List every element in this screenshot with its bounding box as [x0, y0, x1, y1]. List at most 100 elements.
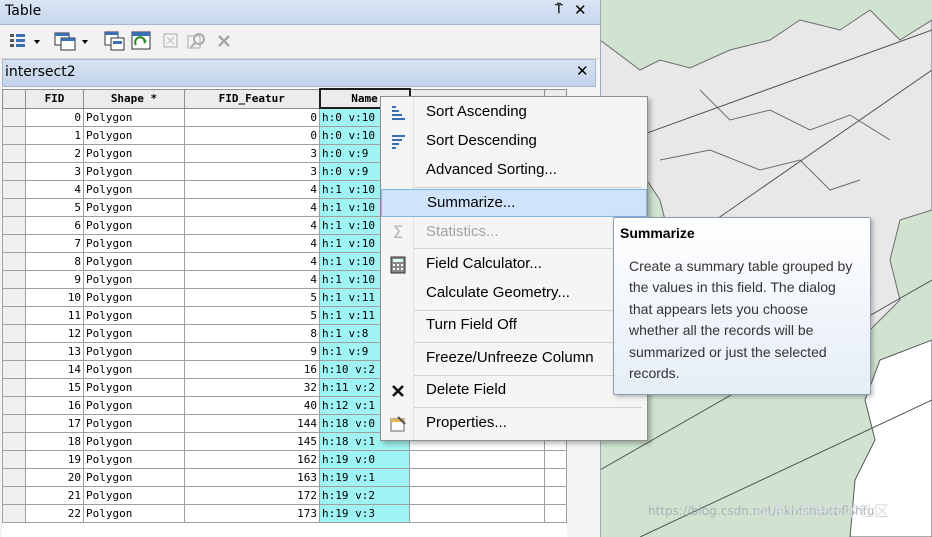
cell-shape[interactable]: Polygon	[83, 162, 185, 181]
cell-empty[interactable]	[409, 486, 545, 505]
cell-empty[interactable]	[409, 468, 545, 487]
zoom-to-selected-icon[interactable]	[186, 30, 208, 52]
close-window-icon[interactable]: ✕	[574, 1, 587, 19]
row-selector[interactable]	[2, 414, 26, 433]
row-selector-header[interactable]	[2, 88, 26, 109]
cell-fid-featur[interactable]: 16	[184, 360, 320, 379]
cell-shape[interactable]: Polygon	[83, 216, 185, 235]
cell-fid-featur[interactable]: 0	[184, 126, 320, 145]
menu-item-calculate-geometry[interactable]: Calculate Geometry...	[381, 280, 647, 308]
row-selector[interactable]	[2, 432, 26, 451]
cell-fid-featur[interactable]: 173	[184, 504, 320, 523]
cell-fid-featur[interactable]: 4	[184, 198, 320, 217]
cell-fid[interactable]: 17	[25, 414, 84, 433]
cell-shape[interactable]: Polygon	[83, 270, 185, 289]
menu-item-advanced-sorting[interactable]: Advanced Sorting...	[381, 157, 647, 185]
cell-shape[interactable]: Polygon	[83, 504, 185, 523]
menu-item-turn-field-off[interactable]: Turn Field Off	[381, 312, 647, 340]
cell-shape[interactable]: Polygon	[83, 360, 185, 379]
cell-fid[interactable]: 14	[25, 360, 84, 379]
cell-fid[interactable]: 12	[25, 324, 84, 343]
cell-name[interactable]: h:19 v:1	[319, 468, 410, 487]
row-selector[interactable]	[2, 306, 26, 325]
cell-extra[interactable]	[544, 504, 567, 523]
cell-fid[interactable]: 22	[25, 504, 84, 523]
cell-fid[interactable]: 9	[25, 270, 84, 289]
cell-fid[interactable]: 19	[25, 450, 84, 469]
pin-icon[interactable]: ⍑	[555, 2, 563, 17]
menu-item-sort-descending[interactable]: Sort Descending	[381, 128, 647, 156]
row-selector[interactable]	[2, 234, 26, 253]
cell-fid[interactable]: 0	[25, 107, 84, 127]
cell-fid-featur[interactable]: 162	[184, 450, 320, 469]
cell-empty[interactable]	[409, 504, 545, 523]
table-row[interactable]: 20 Polygon 163 h:19 v:1	[2, 468, 567, 487]
row-selector[interactable]	[2, 252, 26, 271]
cell-fid-featur[interactable]: 40	[184, 396, 320, 415]
cell-fid-featur[interactable]: 172	[184, 486, 320, 505]
table-row[interactable]: 21 Polygon 172 h:19 v:2	[2, 486, 567, 505]
row-selector[interactable]	[2, 216, 26, 235]
cell-fid-featur[interactable]: 3	[184, 162, 320, 181]
clear-selection-icon[interactable]	[162, 30, 180, 52]
row-selector[interactable]	[2, 107, 26, 127]
cell-shape[interactable]: Polygon	[83, 414, 185, 433]
cell-fid-featur[interactable]: 4	[184, 234, 320, 253]
cell-shape[interactable]: Polygon	[83, 396, 185, 415]
cell-fid-featur[interactable]: 4	[184, 252, 320, 271]
cell-fid-featur[interactable]: 9	[184, 342, 320, 361]
switch-selection-icon[interactable]	[131, 30, 153, 52]
related-tables-icon[interactable]	[52, 30, 92, 52]
cell-shape[interactable]: Polygon	[83, 432, 185, 451]
cell-fid[interactable]: 10	[25, 288, 84, 307]
row-selector[interactable]	[2, 288, 26, 307]
cell-fid-featur[interactable]: 4	[184, 180, 320, 199]
column-header-fid[interactable]: FID	[25, 88, 84, 109]
cell-fid[interactable]: 2	[25, 144, 84, 163]
cell-shape[interactable]: Polygon	[83, 288, 185, 307]
row-selector[interactable]	[2, 162, 26, 181]
cell-name[interactable]: h:19 v:2	[319, 486, 410, 505]
menu-item-field-calculator[interactable]: Field Calculator...	[381, 251, 647, 279]
cell-shape[interactable]: Polygon	[83, 486, 185, 505]
column-header-shape[interactable]: Shape *	[83, 88, 185, 109]
cell-fid[interactable]: 15	[25, 378, 84, 397]
cell-shape[interactable]: Polygon	[83, 126, 185, 145]
column-header-fid-featur[interactable]: FID_Featur	[184, 88, 320, 109]
cell-shape[interactable]: Polygon	[83, 252, 185, 271]
cell-name[interactable]: h:19 v:3	[319, 504, 410, 523]
menu-item-freeze-unfreeze-column[interactable]: Freeze/Unfreeze Column	[381, 345, 647, 373]
cell-fid[interactable]: 21	[25, 486, 84, 505]
cell-shape[interactable]: Polygon	[83, 234, 185, 253]
row-selector[interactable]	[2, 486, 26, 505]
cell-fid-featur[interactable]: 32	[184, 378, 320, 397]
cell-fid[interactable]: 4	[25, 180, 84, 199]
cell-fid[interactable]: 16	[25, 396, 84, 415]
row-selector[interactable]	[2, 324, 26, 343]
cell-fid-featur[interactable]: 8	[184, 324, 320, 343]
cell-shape[interactable]: Polygon	[83, 378, 185, 397]
close-tab-icon[interactable]: ✕	[576, 62, 589, 80]
cell-fid-featur[interactable]: 163	[184, 468, 320, 487]
menu-item-summarize[interactable]: Summarize...	[381, 189, 647, 217]
menu-item-statistics[interactable]: Σ Statistics...	[381, 219, 647, 247]
cell-shape[interactable]: Polygon	[83, 144, 185, 163]
cell-extra[interactable]	[544, 468, 567, 487]
cell-fid-featur[interactable]: 5	[184, 306, 320, 325]
cell-fid-featur[interactable]: 145	[184, 432, 320, 451]
row-selector[interactable]	[2, 378, 26, 397]
cell-shape[interactable]: Polygon	[83, 180, 185, 199]
row-selector[interactable]	[2, 144, 26, 163]
tab-intersect2[interactable]: intersect2	[5, 64, 76, 80]
cell-fid[interactable]: 18	[25, 432, 84, 451]
row-selector[interactable]	[2, 342, 26, 361]
cell-shape[interactable]: Polygon	[83, 450, 185, 469]
cell-shape[interactable]: Polygon	[83, 342, 185, 361]
cell-fid[interactable]: 20	[25, 468, 84, 487]
row-selector[interactable]	[2, 198, 26, 217]
row-selector[interactable]	[2, 270, 26, 289]
cell-fid[interactable]: 3	[25, 162, 84, 181]
cell-fid-featur[interactable]: 4	[184, 216, 320, 235]
cell-fid[interactable]: 8	[25, 252, 84, 271]
row-selector[interactable]	[2, 450, 26, 469]
